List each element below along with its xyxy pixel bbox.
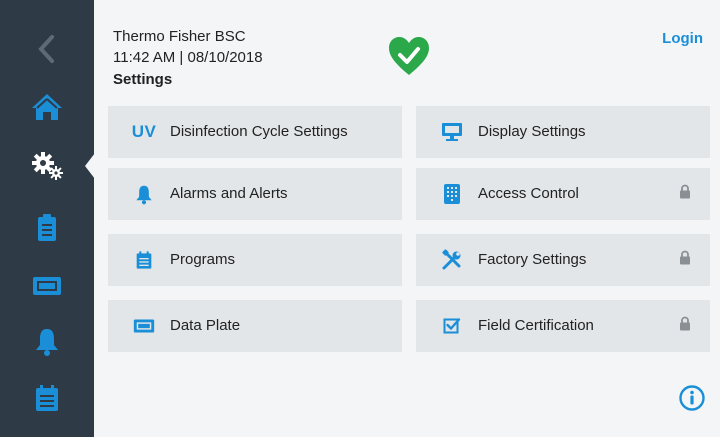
tile-disinfection-cycle-settings[interactable]: UV Disinfection Cycle Settings [108, 106, 402, 158]
home-icon [32, 94, 62, 120]
tile-programs[interactable]: Programs [108, 234, 402, 286]
heart-check-icon [389, 37, 429, 75]
login-link[interactable]: Login [662, 30, 703, 47]
sidebar-item-data-plate[interactable] [0, 261, 94, 311]
tile-label: Disinfection Cycle Settings [170, 123, 348, 140]
sidebar [0, 0, 95, 437]
tile-alarms-and-alerts[interactable]: Alarms and Alerts [108, 168, 402, 220]
back-button[interactable] [0, 24, 94, 74]
monitor-icon [434, 122, 470, 142]
info-icon[interactable] [679, 385, 705, 411]
keypad-icon [434, 184, 470, 204]
gears-icon [32, 152, 63, 180]
uv-icon: UV [131, 122, 157, 141]
data-plate-icon [126, 318, 162, 334]
clipboard-icon [38, 214, 56, 241]
bell-icon [36, 329, 58, 356]
sidebar-item-settings[interactable] [0, 140, 94, 190]
chevron-left-icon [38, 35, 54, 63]
sidebar-item-calendar[interactable] [0, 373, 94, 423]
tools-icon [434, 249, 470, 271]
calendar-icon [36, 385, 58, 411]
header: Thermo Fisher BSC 11:42 AM | 08/10/2018 … [113, 26, 263, 90]
tile-data-plate[interactable]: Data Plate [108, 300, 402, 352]
sidebar-item-programs[interactable] [0, 203, 94, 253]
tile-display-settings[interactable]: Display Settings [416, 106, 710, 158]
tile-access-control[interactable]: Access Control [416, 168, 710, 220]
page-title: Settings [113, 71, 173, 88]
calendar-list-icon [126, 250, 162, 270]
tile-label: Factory Settings [478, 251, 587, 268]
checkbox-icon [434, 317, 470, 335]
tile-label: Access Control [478, 185, 579, 202]
sidebar-item-alarms[interactable] [0, 316, 94, 366]
data-plate-icon [33, 277, 61, 295]
sidebar-item-home[interactable] [0, 82, 94, 132]
tile-label: Field Certification [478, 317, 594, 334]
lock-icon [679, 316, 691, 336]
lock-icon [679, 250, 691, 270]
tile-label: Data Plate [170, 317, 241, 334]
tile-label: Display Settings [478, 123, 586, 140]
tile-label: Programs [170, 251, 236, 268]
datetime: 11:42 AM | 08/10/2018 [113, 49, 263, 66]
tile-factory-settings[interactable]: Factory Settings [416, 234, 710, 286]
tile-label: Alarms and Alerts [170, 185, 288, 202]
bell-icon [126, 183, 162, 205]
active-indicator [85, 153, 95, 179]
lock-icon [679, 184, 691, 204]
device-name: Thermo Fisher BSC [113, 28, 246, 45]
tile-field-certification[interactable]: Field Certification [416, 300, 710, 352]
